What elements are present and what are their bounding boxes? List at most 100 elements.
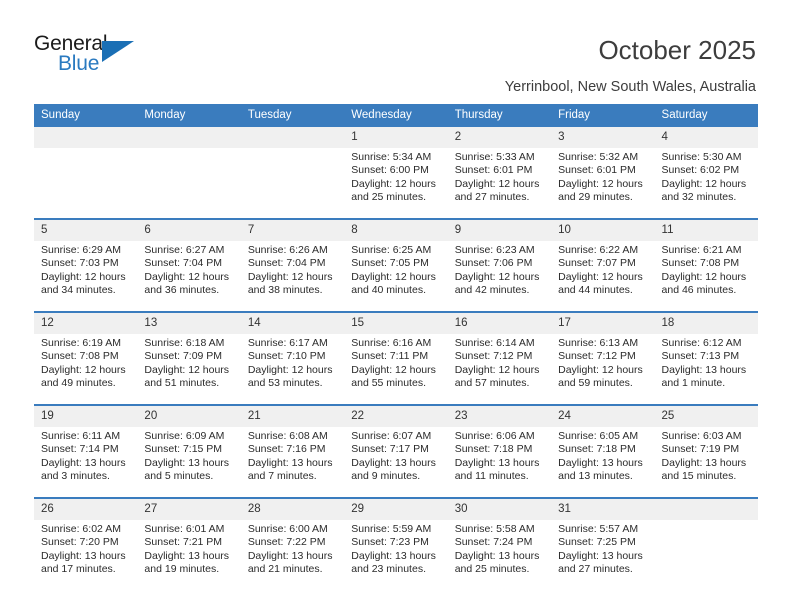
day-cell[interactable]: Sunrise: 6:11 AM Sunset: 7:14 PM Dayligh… (34, 427, 138, 497)
week-daynumbers-row: 1 2 3 4 (34, 127, 758, 148)
daylight-text-line1: Daylight: 13 hours (661, 363, 747, 376)
sunset-text: Sunset: 7:04 PM (247, 257, 326, 270)
daylight-text-line1: Daylight: 12 hours (661, 270, 747, 283)
day-cell[interactable]: Sunrise: 6:23 AM Sunset: 7:06 PM Dayligh… (447, 241, 552, 311)
day-cell[interactable]: Sunrise: 6:02 AM Sunset: 7:20 PM Dayligh… (34, 520, 138, 590)
day-number: 10 (551, 220, 655, 241)
daylight-text-line2: and 46 minutes. (661, 283, 737, 296)
daylight-text-line1: Daylight: 12 hours (351, 270, 436, 283)
day-cell[interactable]: Sunrise: 6:21 AM Sunset: 7:08 PM Dayligh… (654, 241, 758, 311)
day-number: 31 (551, 499, 655, 520)
day-cell[interactable]: Sunrise: 6:27 AM Sunset: 7:04 PM Dayligh… (137, 241, 241, 311)
day-cell[interactable]: Sunrise: 5:30 AM Sunset: 6:02 PM Dayligh… (654, 148, 758, 218)
day-cell[interactable]: Sunrise: 6:19 AM Sunset: 7:08 PM Dayligh… (34, 334, 138, 404)
day-number: 3 (551, 127, 655, 148)
sunset-text: Sunset: 7:14 PM (41, 443, 119, 456)
day-cell[interactable]: Sunrise: 6:29 AM Sunset: 7:03 PM Dayligh… (34, 241, 138, 311)
day-cell[interactable]: Sunrise: 6:07 AM Sunset: 7:17 PM Dayligh… (344, 427, 448, 497)
daylight-text-line1: Daylight: 12 hours (247, 270, 333, 283)
daylight-text-line2: and 25 minutes. (351, 190, 426, 203)
sunset-text: Sunset: 7:19 PM (661, 443, 740, 456)
page-subtitle: Yerrinbool, New South Wales, Australia (504, 79, 756, 95)
day-cell[interactable]: Sunrise: 5:34 AM Sunset: 6:00 PM Dayligh… (344, 148, 448, 218)
day-cell[interactable]: Sunrise: 6:18 AM Sunset: 7:09 PM Dayligh… (137, 334, 241, 404)
day-number: 8 (344, 220, 448, 241)
daylight-text-line1: Daylight: 13 hours (41, 456, 126, 469)
daylight-text-line2: and 1 minute. (661, 376, 726, 389)
sunrise-text: Sunrise: 6:27 AM (144, 244, 225, 256)
day-cell[interactable]: Sunrise: 5:59 AM Sunset: 7:23 PM Dayligh… (344, 520, 448, 590)
day-cell[interactable]: Sunrise: 6:03 AM Sunset: 7:19 PM Dayligh… (654, 427, 758, 497)
sunset-text: Sunset: 7:22 PM (247, 536, 326, 549)
day-number: 21 (240, 406, 345, 427)
daylight-text-line1: Daylight: 12 hours (454, 270, 540, 283)
daylight-text-line1: Daylight: 12 hours (558, 270, 643, 283)
sunset-text: Sunset: 7:12 PM (558, 350, 636, 363)
daylight-text-line1: Daylight: 12 hours (454, 177, 540, 190)
daylight-text-line2: and 44 minutes. (558, 283, 633, 296)
day-cell[interactable]: Sunrise: 6:13 AM Sunset: 7:12 PM Dayligh… (551, 334, 655, 404)
daylight-text-line2: and 51 minutes. (144, 376, 220, 389)
day-cell[interactable]: Sunrise: 5:58 AM Sunset: 7:24 PM Dayligh… (447, 520, 552, 590)
day-number: 18 (654, 313, 758, 334)
daylight-text-line1: Daylight: 13 hours (661, 456, 747, 469)
day-cell[interactable]: Sunrise: 6:25 AM Sunset: 7:05 PM Dayligh… (344, 241, 448, 311)
day-cell[interactable]: Sunrise: 6:08 AM Sunset: 7:16 PM Dayligh… (240, 427, 345, 497)
day-number: 20 (137, 406, 241, 427)
sunset-text: Sunset: 7:16 PM (247, 443, 326, 456)
day-number: 17 (551, 313, 655, 334)
day-cell[interactable]: Sunrise: 6:14 AM Sunset: 7:12 PM Dayligh… (447, 334, 552, 404)
sunrise-text: Sunrise: 6:18 AM (144, 337, 225, 349)
sunset-text: Sunset: 6:01 PM (454, 164, 533, 177)
weekday-header-wednesday: Wednesday (344, 104, 448, 127)
day-cell[interactable]: Sunrise: 5:33 AM Sunset: 6:01 PM Dayligh… (447, 148, 552, 218)
day-number: 28 (240, 499, 345, 520)
day-number: 24 (551, 406, 655, 427)
sunset-text: Sunset: 7:24 PM (454, 536, 533, 549)
daylight-text-line2: and 3 minutes. (41, 469, 110, 482)
sunset-text: Sunset: 7:21 PM (144, 536, 223, 549)
day-number (137, 127, 241, 148)
day-cell-empty (240, 148, 345, 218)
general-blue-logo[interactable]: General Blue (34, 33, 144, 81)
day-cell[interactable]: Sunrise: 6:05 AM Sunset: 7:18 PM Dayligh… (551, 427, 655, 497)
sunset-text: Sunset: 7:18 PM (454, 443, 533, 456)
day-cell[interactable]: Sunrise: 6:22 AM Sunset: 7:07 PM Dayligh… (551, 241, 655, 311)
sunset-text: Sunset: 7:03 PM (41, 257, 119, 270)
sunset-text: Sunset: 7:11 PM (351, 350, 429, 363)
daylight-text-line2: and 11 minutes. (454, 469, 529, 482)
day-cell[interactable]: Sunrise: 6:17 AM Sunset: 7:10 PM Dayligh… (240, 334, 345, 404)
day-number: 14 (240, 313, 345, 334)
day-cell[interactable]: Sunrise: 6:26 AM Sunset: 7:04 PM Dayligh… (240, 241, 345, 311)
sunrise-text: Sunrise: 6:11 AM (41, 430, 121, 442)
logo-text-blue: Blue (58, 52, 100, 75)
day-cell[interactable]: Sunrise: 5:57 AM Sunset: 7:25 PM Dayligh… (551, 520, 655, 590)
day-number: 6 (137, 220, 241, 241)
daylight-text-line2: and 15 minutes. (661, 469, 737, 482)
day-cell[interactable]: Sunrise: 6:16 AM Sunset: 7:11 PM Dayligh… (344, 334, 448, 404)
daylight-text-line1: Daylight: 12 hours (661, 177, 747, 190)
day-cell[interactable]: Sunrise: 6:00 AM Sunset: 7:22 PM Dayligh… (240, 520, 345, 590)
day-cell[interactable]: Sunrise: 6:09 AM Sunset: 7:15 PM Dayligh… (137, 427, 241, 497)
sunrise-text: Sunrise: 5:32 AM (558, 151, 639, 163)
sunrise-text: Sunrise: 6:06 AM (454, 430, 535, 442)
sunrise-text: Sunrise: 6:02 AM (41, 523, 121, 535)
day-number: 12 (34, 313, 138, 334)
daylight-text-line1: Daylight: 12 hours (247, 363, 333, 376)
sunrise-text: Sunrise: 6:01 AM (144, 523, 225, 535)
sunset-text: Sunset: 7:06 PM (454, 257, 533, 270)
daylight-text-line1: Daylight: 12 hours (454, 363, 540, 376)
day-number: 15 (344, 313, 448, 334)
daylight-text-line2: and 23 minutes. (351, 562, 426, 575)
day-cell[interactable]: Sunrise: 6:12 AM Sunset: 7:13 PM Dayligh… (654, 334, 758, 404)
sunset-text: Sunset: 7:20 PM (41, 536, 119, 549)
sunset-text: Sunset: 7:10 PM (247, 350, 326, 363)
daylight-text-line2: and 57 minutes. (454, 376, 530, 389)
day-cell[interactable]: Sunrise: 6:01 AM Sunset: 7:21 PM Dayligh… (137, 520, 241, 590)
daylight-text-line1: Daylight: 12 hours (558, 363, 643, 376)
sunrise-text: Sunrise: 6:29 AM (41, 244, 121, 256)
day-cell[interactable]: Sunrise: 5:32 AM Sunset: 6:01 PM Dayligh… (551, 148, 655, 218)
day-cell[interactable]: Sunrise: 6:06 AM Sunset: 7:18 PM Dayligh… (447, 427, 552, 497)
day-cell-empty (34, 148, 138, 218)
day-number: 22 (344, 406, 448, 427)
